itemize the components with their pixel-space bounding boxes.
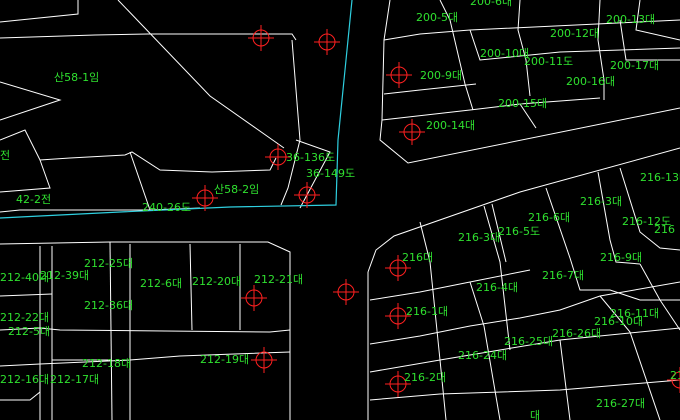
- parcel-label: 42-2전: [16, 193, 52, 206]
- parcel-label: 212-22대: [0, 311, 50, 324]
- parcel-label: 200-12대: [550, 27, 600, 40]
- parcel-label: 216: [654, 223, 675, 236]
- parcel-label: 212-18대: [82, 357, 132, 370]
- parcel-label: 216-24대: [458, 349, 508, 362]
- cadastral-map[interactable]: 200-5대 200-6대 200-13대 200-12대 200-10대 200-11도…: [0, 0, 680, 420]
- parcel-label: 216-2대: [404, 371, 447, 384]
- survey-point-crosshair-icon: [399, 119, 425, 145]
- survey-point-crosshair-icon: [386, 62, 412, 88]
- survey-point-crosshair-icon: [333, 279, 359, 305]
- parcel-label: 216-7대: [542, 269, 585, 282]
- parcel-label: 212-19대: [200, 353, 250, 366]
- parcel-label: 216-27대: [596, 397, 646, 410]
- parcel-label: 216-28대: [670, 369, 680, 382]
- parcel-label: 전: [0, 149, 11, 162]
- parcel-label: 216-5도: [498, 225, 541, 238]
- parcel-label: 212-20대: [192, 275, 242, 288]
- parcel-label: 212-6대: [140, 277, 183, 290]
- parcel-label: 212-36대: [84, 299, 134, 312]
- parcel-label: 200-9대: [420, 69, 463, 82]
- parcel-label: 216-26대: [552, 327, 602, 340]
- parcel-label: 216-25대: [504, 335, 554, 348]
- parcel-label: 216대: [402, 251, 434, 264]
- survey-point-crosshair-icon: [251, 347, 277, 373]
- parcel-label: 212-39대: [40, 269, 90, 282]
- parcel-label: 216-10대: [594, 315, 644, 328]
- parcel-label: 216-9대: [600, 251, 643, 264]
- parcel-label: 대: [530, 409, 541, 420]
- parcel-label: 200-13대: [606, 13, 656, 26]
- parcel-label: 212-5대: [8, 325, 51, 338]
- parcel-label: 산58-1임: [54, 71, 100, 84]
- parcel-label: 36-136도: [286, 151, 336, 164]
- parcel-label: 200-17대: [610, 59, 660, 72]
- parcel-label: 212-16대: [0, 373, 50, 386]
- parcel-label: 216-3대: [580, 195, 623, 208]
- parcel-label: 216-13대: [640, 171, 680, 184]
- parcel-label: 212-21대: [254, 273, 304, 286]
- survey-point-crosshair-icon: [314, 29, 340, 55]
- parcel-label: 200-14대: [426, 119, 476, 132]
- survey-point-crosshair-icon: [241, 285, 267, 311]
- parcel-label: 216-3대: [458, 231, 501, 244]
- parcel-label: 212-17대: [50, 373, 100, 386]
- parcel-label: 200-5대: [416, 11, 459, 24]
- survey-point-crosshair-icon: [248, 25, 274, 51]
- parcel-label: 산58-2임: [214, 183, 260, 196]
- parcel-label: 216-1대: [406, 305, 449, 318]
- survey-point-crosshair-icon: [294, 182, 320, 208]
- parcel-label: 240-26도: [142, 201, 192, 214]
- parcel-label: 36-149도: [306, 167, 356, 180]
- parcel-label: 212-25대: [84, 257, 134, 270]
- parcel-label: 200-16대: [566, 75, 616, 88]
- parcel-label: 200-11도: [524, 55, 574, 68]
- parcel-label: 200-15대: [498, 97, 548, 110]
- parcel-label: 200-6대: [470, 0, 513, 8]
- parcel-label: 200-10대: [480, 47, 530, 60]
- parcel-label: 216-6대: [528, 211, 571, 224]
- parcel-label: 216-4대: [476, 281, 519, 294]
